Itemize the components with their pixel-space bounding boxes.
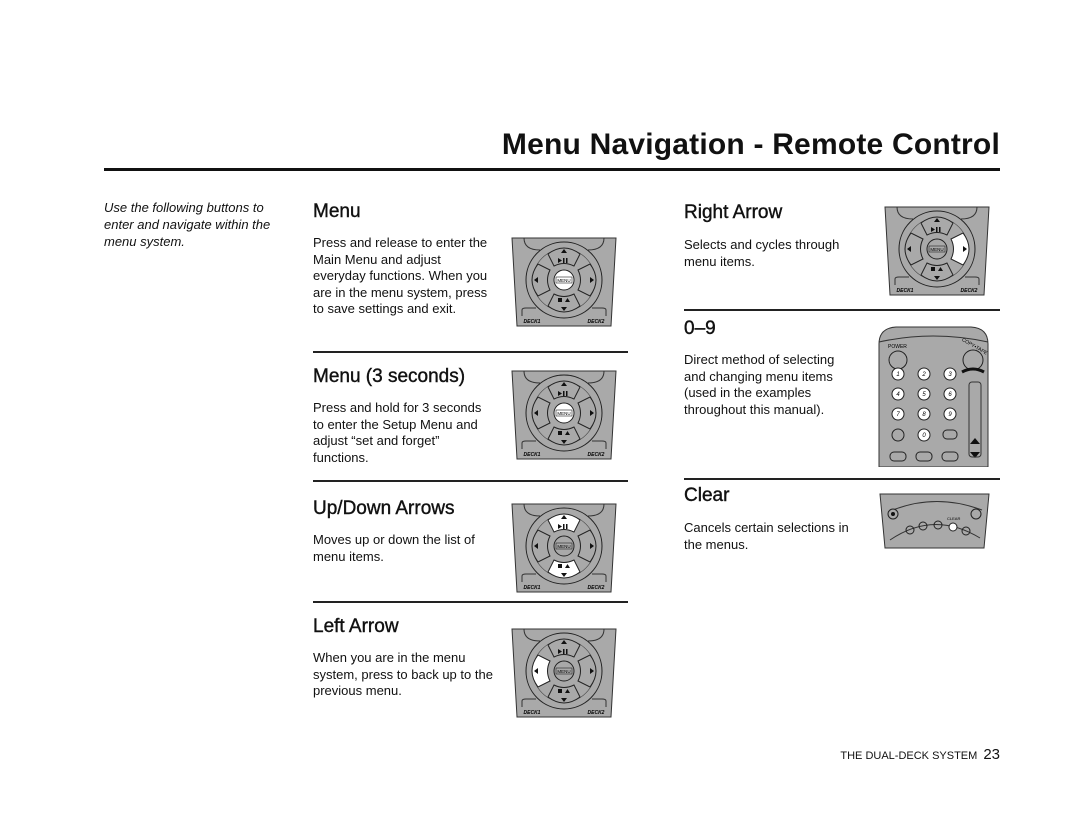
section-heading: Menu (313, 201, 361, 222)
remote-left-arrow-illustration: MENU DECK1 DECK2 (511, 628, 617, 718)
section-text: Direct method of selecting and changing … (684, 352, 835, 417)
clear-label: CLEAR (947, 516, 960, 521)
remote-menu-hold-illustration: MENU DECK1 DECK2 (511, 370, 617, 460)
menu-label: MENU (557, 411, 570, 416)
section-heading: Left Arrow (313, 616, 399, 637)
deck2-label: DECK2 (588, 452, 605, 458)
section-text: Cancels certain selections in the menus. (684, 520, 849, 552)
menu-label: MENU (557, 669, 570, 674)
deck1-label: DECK1 (524, 319, 541, 325)
deck2-label: DECK2 (588, 710, 605, 716)
page-footer: THE DUAL-DECK SYSTEM 23 (840, 746, 1000, 763)
key-100 (891, 428, 905, 442)
remote-clear-button-illustration: CLEAR (879, 493, 990, 549)
section-heading: Menu (3 seconds) (313, 366, 466, 387)
section-heading: Right Arrow (684, 202, 783, 223)
divider (684, 478, 1000, 480)
remote-menu-button-illustration: MENU DECK1 DECK2 (511, 237, 617, 327)
power-label: POWER (888, 344, 907, 350)
section-number-keys: 0–9 Direct method of selecting and chang… (684, 318, 859, 418)
plus-key (942, 429, 958, 440)
menu-label: MENU (557, 278, 570, 283)
divider (313, 601, 628, 603)
footer-label: THE DUAL-DECK SYSTEM (840, 750, 978, 762)
section-heading: Clear (684, 485, 730, 506)
section-up-down-arrows: Up/Down Arrows Moves up or down the list… (313, 498, 493, 565)
bottom-key (889, 451, 907, 462)
section-text: Moves up or down the list of menu items. (313, 532, 475, 564)
section-text: When you are in the menu system, press t… (313, 650, 493, 698)
manual-page: Menu Navigation - Remote Control Use the… (0, 0, 1080, 834)
title-rule (104, 168, 1000, 171)
deck2-label: DECK2 (588, 585, 605, 591)
section-heading: Up/Down Arrows (313, 498, 455, 519)
divider (313, 351, 628, 353)
deck2-label: DECK2 (588, 319, 605, 325)
deck2-label: DECK2 (961, 288, 978, 294)
page-number: 23 (983, 746, 1000, 763)
number-key-glyph: 1 (896, 372, 899, 378)
bottom-key (915, 451, 933, 462)
bottom-key (941, 451, 959, 462)
deck1-label: DECK1 (524, 452, 541, 458)
section-text: Press and release to enter the Main Menu… (313, 235, 488, 316)
deck1-label: DECK1 (524, 585, 541, 591)
section-heading: 0–9 (684, 318, 716, 339)
deck1-label: DECK1 (524, 710, 541, 716)
remote-number-keys-illustration: POWER COPY•TAPE 1 2 34 5 67 8 90 (878, 326, 989, 467)
menu-label: MENU (930, 247, 943, 252)
deck1-label: DECK1 (897, 288, 914, 294)
section-clear: Clear Cancels certain selections in the … (684, 485, 859, 553)
divider (313, 480, 628, 482)
section-left-arrow: Left Arrow When you are in the menu syst… (313, 616, 493, 700)
intro-text: Use the following buttons to enter and n… (104, 200, 271, 249)
section-right-arrow: Right Arrow Selects and cycles through m… (684, 202, 859, 270)
section-menu: Menu Press and release to enter the Main… (313, 201, 493, 318)
section-text: Press and hold for 3 seconds to enter th… (313, 400, 482, 465)
remote-up-down-illustration: MENU DECK1 DECK2 (511, 503, 617, 593)
page-title: Menu Navigation - Remote Control (501, 128, 1000, 161)
remote-right-arrow-illustration: MENU DECK1 DECK2 (884, 206, 990, 296)
section-text: Selects and cycles through menu items. (684, 237, 840, 269)
menu-label: MENU (557, 544, 570, 549)
number-key-glyph: 2 (921, 372, 926, 378)
divider (684, 309, 1000, 311)
section-menu-3-seconds: Menu (3 seconds) Press and hold for 3 se… (313, 366, 493, 466)
